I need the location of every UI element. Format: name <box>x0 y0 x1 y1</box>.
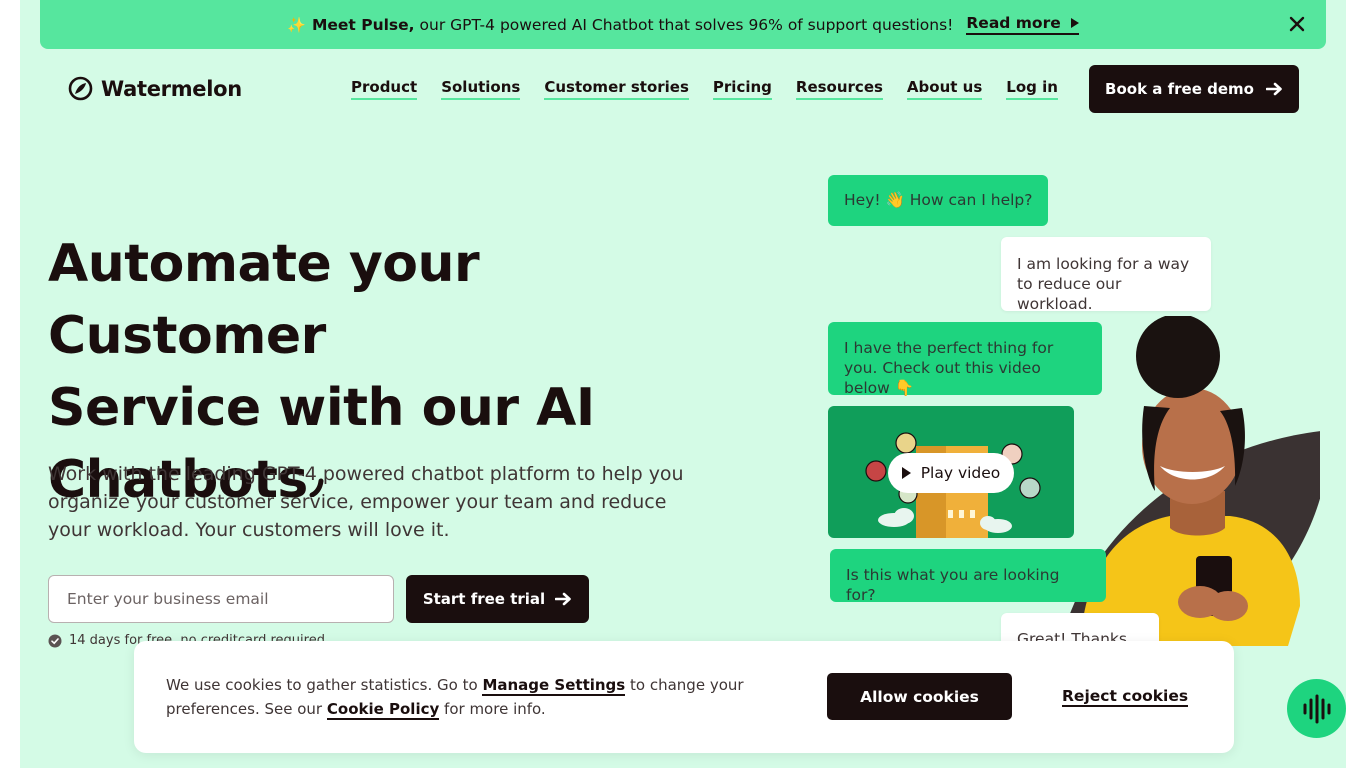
logo[interactable]: Watermelon <box>68 76 242 101</box>
allow-cookies-button[interactable]: Allow cookies <box>827 673 1012 720</box>
chat-bubble-bot: Hey! 👋 How can I help? <box>828 175 1049 226</box>
arrow-right-icon <box>1265 82 1282 96</box>
cookie-policy-link[interactable]: Cookie Policy <box>326 700 440 720</box>
read-more-link[interactable]: Read more <box>966 14 1079 35</box>
sparkle-icon: ✨ <box>287 15 306 34</box>
nav-item-product[interactable]: Product <box>351 78 418 100</box>
check-badge-icon <box>48 634 62 647</box>
reject-cookies-button[interactable]: Reject cookies <box>1062 687 1189 707</box>
nav-item-resources[interactable]: Resources <box>795 78 883 100</box>
email-input[interactable] <box>48 575 394 623</box>
nav-item-about-us[interactable]: About us <box>906 78 983 100</box>
book-demo-label: Book a free demo <box>1105 80 1254 98</box>
cookie-text: We use cookies to gather statistics. Go … <box>166 673 766 721</box>
play-video-button[interactable]: Play video <box>888 453 1014 493</box>
start-trial-label: Start free trial <box>422 590 546 608</box>
watermelon-logo-icon <box>68 76 93 101</box>
play-video-label: Play video <box>920 464 1001 482</box>
cookie-banner: We use cookies to gather statistics. Go … <box>134 641 1234 753</box>
voice-chat-button[interactable] <box>1287 679 1346 738</box>
chat-bubble-user: I am looking for a way to reduce our wor… <box>1001 237 1211 313</box>
main-nav: Product Solutions Customer stories Prici… <box>351 78 1058 100</box>
banner-text: our GPT-4 powered AI Chatbot that solves… <box>419 15 954 34</box>
chat-bubble-bot: I have the perfect thing for you. Check … <box>828 322 1102 397</box>
start-trial-button[interactable]: Start free trial <box>406 575 589 623</box>
nav-item-log-in[interactable]: Log in <box>1006 78 1058 100</box>
logo-text: Watermelon <box>101 76 242 101</box>
cookie-text-c: for more info. <box>444 700 546 718</box>
video-thumbnail[interactable]: Play video <box>828 406 1074 538</box>
hero-subtitle: Work with the leading GPT-4 powered chat… <box>48 463 684 541</box>
play-icon <box>901 467 911 479</box>
read-more-label: Read more <box>966 14 1061 32</box>
banner-bold-text: Meet Pulse, <box>311 15 415 34</box>
arrow-right-icon <box>555 592 571 606</box>
play-arrow-icon <box>1070 18 1079 28</box>
close-icon[interactable] <box>1286 13 1308 35</box>
hero-title-line-1: Automate your Customer <box>48 234 480 366</box>
nav-item-customer-stories[interactable]: Customer stories <box>544 78 689 100</box>
announcement-banner: ✨ Meet Pulse, our GPT-4 powered AI Chatb… <box>40 0 1326 49</box>
page: ✨ Meet Pulse, our GPT-4 powered AI Chatb… <box>20 0 1346 768</box>
hero-title-line-2: Service with our AI <box>48 378 595 438</box>
chat-bubble-bot: Is this what you are looking for? <box>830 549 1106 604</box>
audio-wave-icon <box>1303 694 1330 723</box>
cookie-text-a: We use cookies to gather statistics. Go … <box>166 676 478 694</box>
manage-settings-link[interactable]: Manage Settings <box>482 676 626 696</box>
nav-item-solutions[interactable]: Solutions <box>441 78 521 100</box>
nav-item-pricing[interactable]: Pricing <box>712 78 772 100</box>
book-demo-button[interactable]: Book a free demo <box>1089 65 1299 113</box>
